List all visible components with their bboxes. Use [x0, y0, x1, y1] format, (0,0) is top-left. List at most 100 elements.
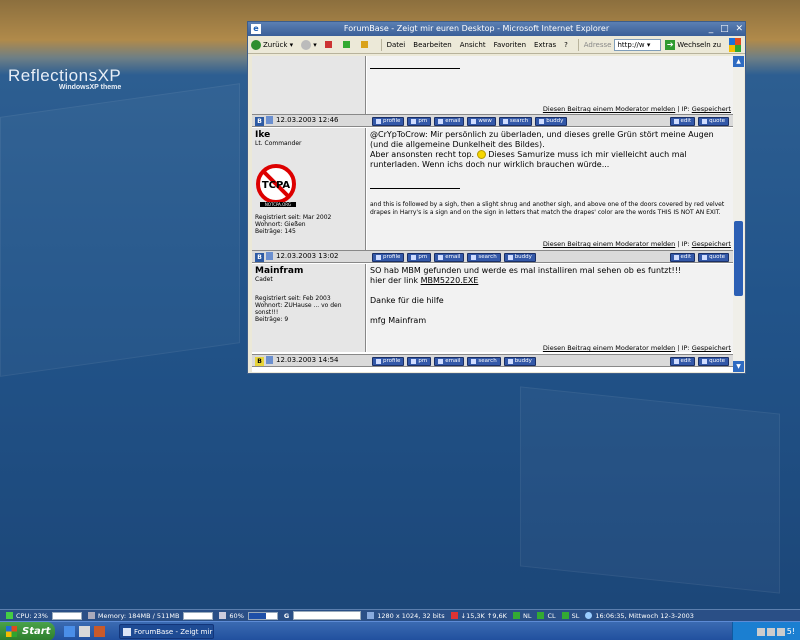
report-link[interactable]: Diesen Beitrag einem Moderator melden | … [543, 344, 731, 352]
profile-button[interactable]: profile [372, 117, 405, 126]
go-button[interactable]: ➔ Wechseln zu [665, 39, 721, 50]
start-button[interactable]: Start [0, 622, 55, 640]
resolution: 1280 x 1024, 32 bits [367, 612, 445, 620]
www-button[interactable]: www [467, 117, 496, 126]
report-link[interactable]: Diesen Beitrag einem Moderator melden | … [543, 105, 731, 113]
stop-button[interactable] [324, 41, 335, 48]
buddy-button[interactable]: buddy [503, 357, 536, 366]
pm-button[interactable]: pm [407, 253, 432, 262]
edit-button[interactable]: edit [669, 253, 696, 262]
svg-text:TCPA: TCPA [262, 180, 291, 191]
search-button[interactable]: search [467, 253, 501, 262]
smiley-icon [476, 150, 486, 159]
buddy-button[interactable]: buddy [503, 253, 536, 262]
email-button[interactable]: email [434, 253, 465, 262]
scroll-down-icon[interactable]: ▼ [733, 361, 744, 372]
forward-arrow-icon [301, 39, 312, 50]
username[interactable]: Ike [252, 128, 365, 140]
memory-meter: Memory: 184MB / 511MB [87, 611, 214, 620]
document-icon [266, 356, 273, 364]
ie-icon[interactable] [64, 626, 75, 637]
username[interactable]: Mainfram [252, 264, 365, 276]
address-input[interactable]: http://w ▾ [614, 38, 662, 51]
post-count: Beiträge: 145 [255, 228, 296, 235]
post-footer-bar: B 12.03.2003 13:02 profile pm email sear… [252, 250, 734, 263]
vertical-scrollbar[interactable]: ▲ ▼ [733, 56, 744, 372]
cpu-meter: CPU: 23% [6, 611, 82, 620]
scroll-up-icon[interactable]: ▲ [733, 56, 744, 67]
pm-button[interactable]: pm [407, 357, 432, 366]
windows-flag-icon [6, 626, 17, 637]
email-button[interactable]: email [434, 117, 465, 126]
go-arrow-icon: ➔ [665, 39, 676, 50]
menu-bearbeiten[interactable]: Bearbeiten [413, 41, 451, 49]
title-bar[interactable]: e ForumBase - Zeigt mir euren Desktop - … [248, 22, 745, 36]
google-search[interactable]: G [284, 611, 362, 620]
browser-window[interactable]: e ForumBase - Zeigt mir euren Desktop - … [247, 21, 746, 374]
pm-button[interactable]: pm [407, 117, 432, 126]
forum-content: Diesen Beitrag einem Moderator melden | … [252, 56, 734, 372]
tray-icon[interactable] [766, 627, 775, 636]
post-date: 12.03.2003 12:46 [276, 116, 339, 124]
taskbar-button-forumbase[interactable]: ForumBase - Zeigt mir ... [119, 624, 214, 639]
document-icon [266, 252, 273, 260]
cpu-icon [6, 612, 13, 619]
forward-button[interactable]: ▾ [301, 39, 317, 50]
report-link[interactable]: Diesen Beitrag einem Moderator melden | … [543, 240, 731, 248]
search-button[interactable]: search [498, 117, 533, 126]
app-icon[interactable] [94, 626, 105, 637]
post-count: Beiträge: 9 [255, 316, 289, 323]
clock-icon [585, 612, 593, 619]
user-rank: Cadet [255, 276, 273, 283]
menu-extras[interactable]: Extras [534, 41, 556, 49]
refresh-icon [342, 41, 350, 48]
tray-icon[interactable] [776, 627, 785, 636]
system-tray: 5! [732, 622, 800, 640]
download-link[interactable]: MBM5220.EXE [421, 276, 479, 285]
menu-favoriten[interactable]: Favoriten [494, 41, 526, 49]
signature: and this is followed by a sigh, then a s… [370, 201, 725, 216]
email-button[interactable]: email [434, 357, 465, 366]
memory-icon [87, 612, 95, 619]
quote-button[interactable]: quote [698, 117, 729, 126]
profile-button[interactable]: profile [372, 357, 405, 366]
user-panel: Mainfram Cadet Registriert seit: Feb 200… [252, 264, 366, 352]
buddy-button[interactable]: buddy [535, 117, 568, 126]
google-search-input[interactable] [293, 611, 362, 620]
stop-icon [324, 41, 332, 48]
quote-button[interactable]: quote [698, 253, 729, 262]
minimize-icon[interactable]: _ [709, 24, 714, 34]
tray-icon[interactable] [756, 627, 765, 636]
menu-help[interactable]: ? [564, 41, 568, 49]
toolbar: Zurück ▾ ▾ Datei Bearbeiten Ansicht Favo… [248, 36, 745, 54]
avatar: TCPA NOTCPA.ORG [256, 164, 296, 207]
post-body: SO hab MBM gefunden und werde es mal ins… [367, 264, 734, 352]
num-lock: NL [512, 612, 531, 620]
scroll-thumb[interactable] [734, 221, 743, 296]
volume-meter[interactable]: 60% [219, 611, 278, 620]
edit-button[interactable]: edit [669, 357, 696, 366]
home-button[interactable] [360, 41, 371, 48]
post-icon: B [255, 357, 264, 366]
home-icon [360, 41, 368, 48]
refresh-button[interactable] [342, 41, 353, 48]
taskbar: Start ForumBase - Zeigt mir ... 5! [0, 621, 800, 640]
back-button[interactable]: Zurück ▾ [251, 39, 293, 50]
volume-icon [219, 612, 227, 619]
post-date: 12.03.2003 14:54 [276, 356, 339, 364]
close-icon[interactable]: ✕ [735, 24, 743, 34]
menu-datei[interactable]: Datei [387, 41, 406, 49]
post-text: @CrYpToCrow: Mir persönlich zu überladen… [370, 130, 714, 149]
search-button[interactable]: search [467, 357, 501, 366]
network-meter: ↓ 15,3K ↑ 9,6K [450, 612, 507, 620]
quote-button[interactable]: quote [698, 357, 729, 366]
edit-button[interactable]: edit [669, 117, 696, 126]
maximize-icon[interactable]: □ [720, 24, 729, 34]
profile-button[interactable]: profile [372, 253, 405, 262]
ie-icon [123, 628, 131, 636]
monitor-icon [367, 612, 375, 619]
desktop-icon[interactable] [79, 626, 90, 637]
location: Wohnort: ZUHause ... vo den sonst!!! [255, 302, 342, 316]
menu-ansicht[interactable]: Ansicht [460, 41, 486, 49]
network-icon [450, 612, 458, 619]
